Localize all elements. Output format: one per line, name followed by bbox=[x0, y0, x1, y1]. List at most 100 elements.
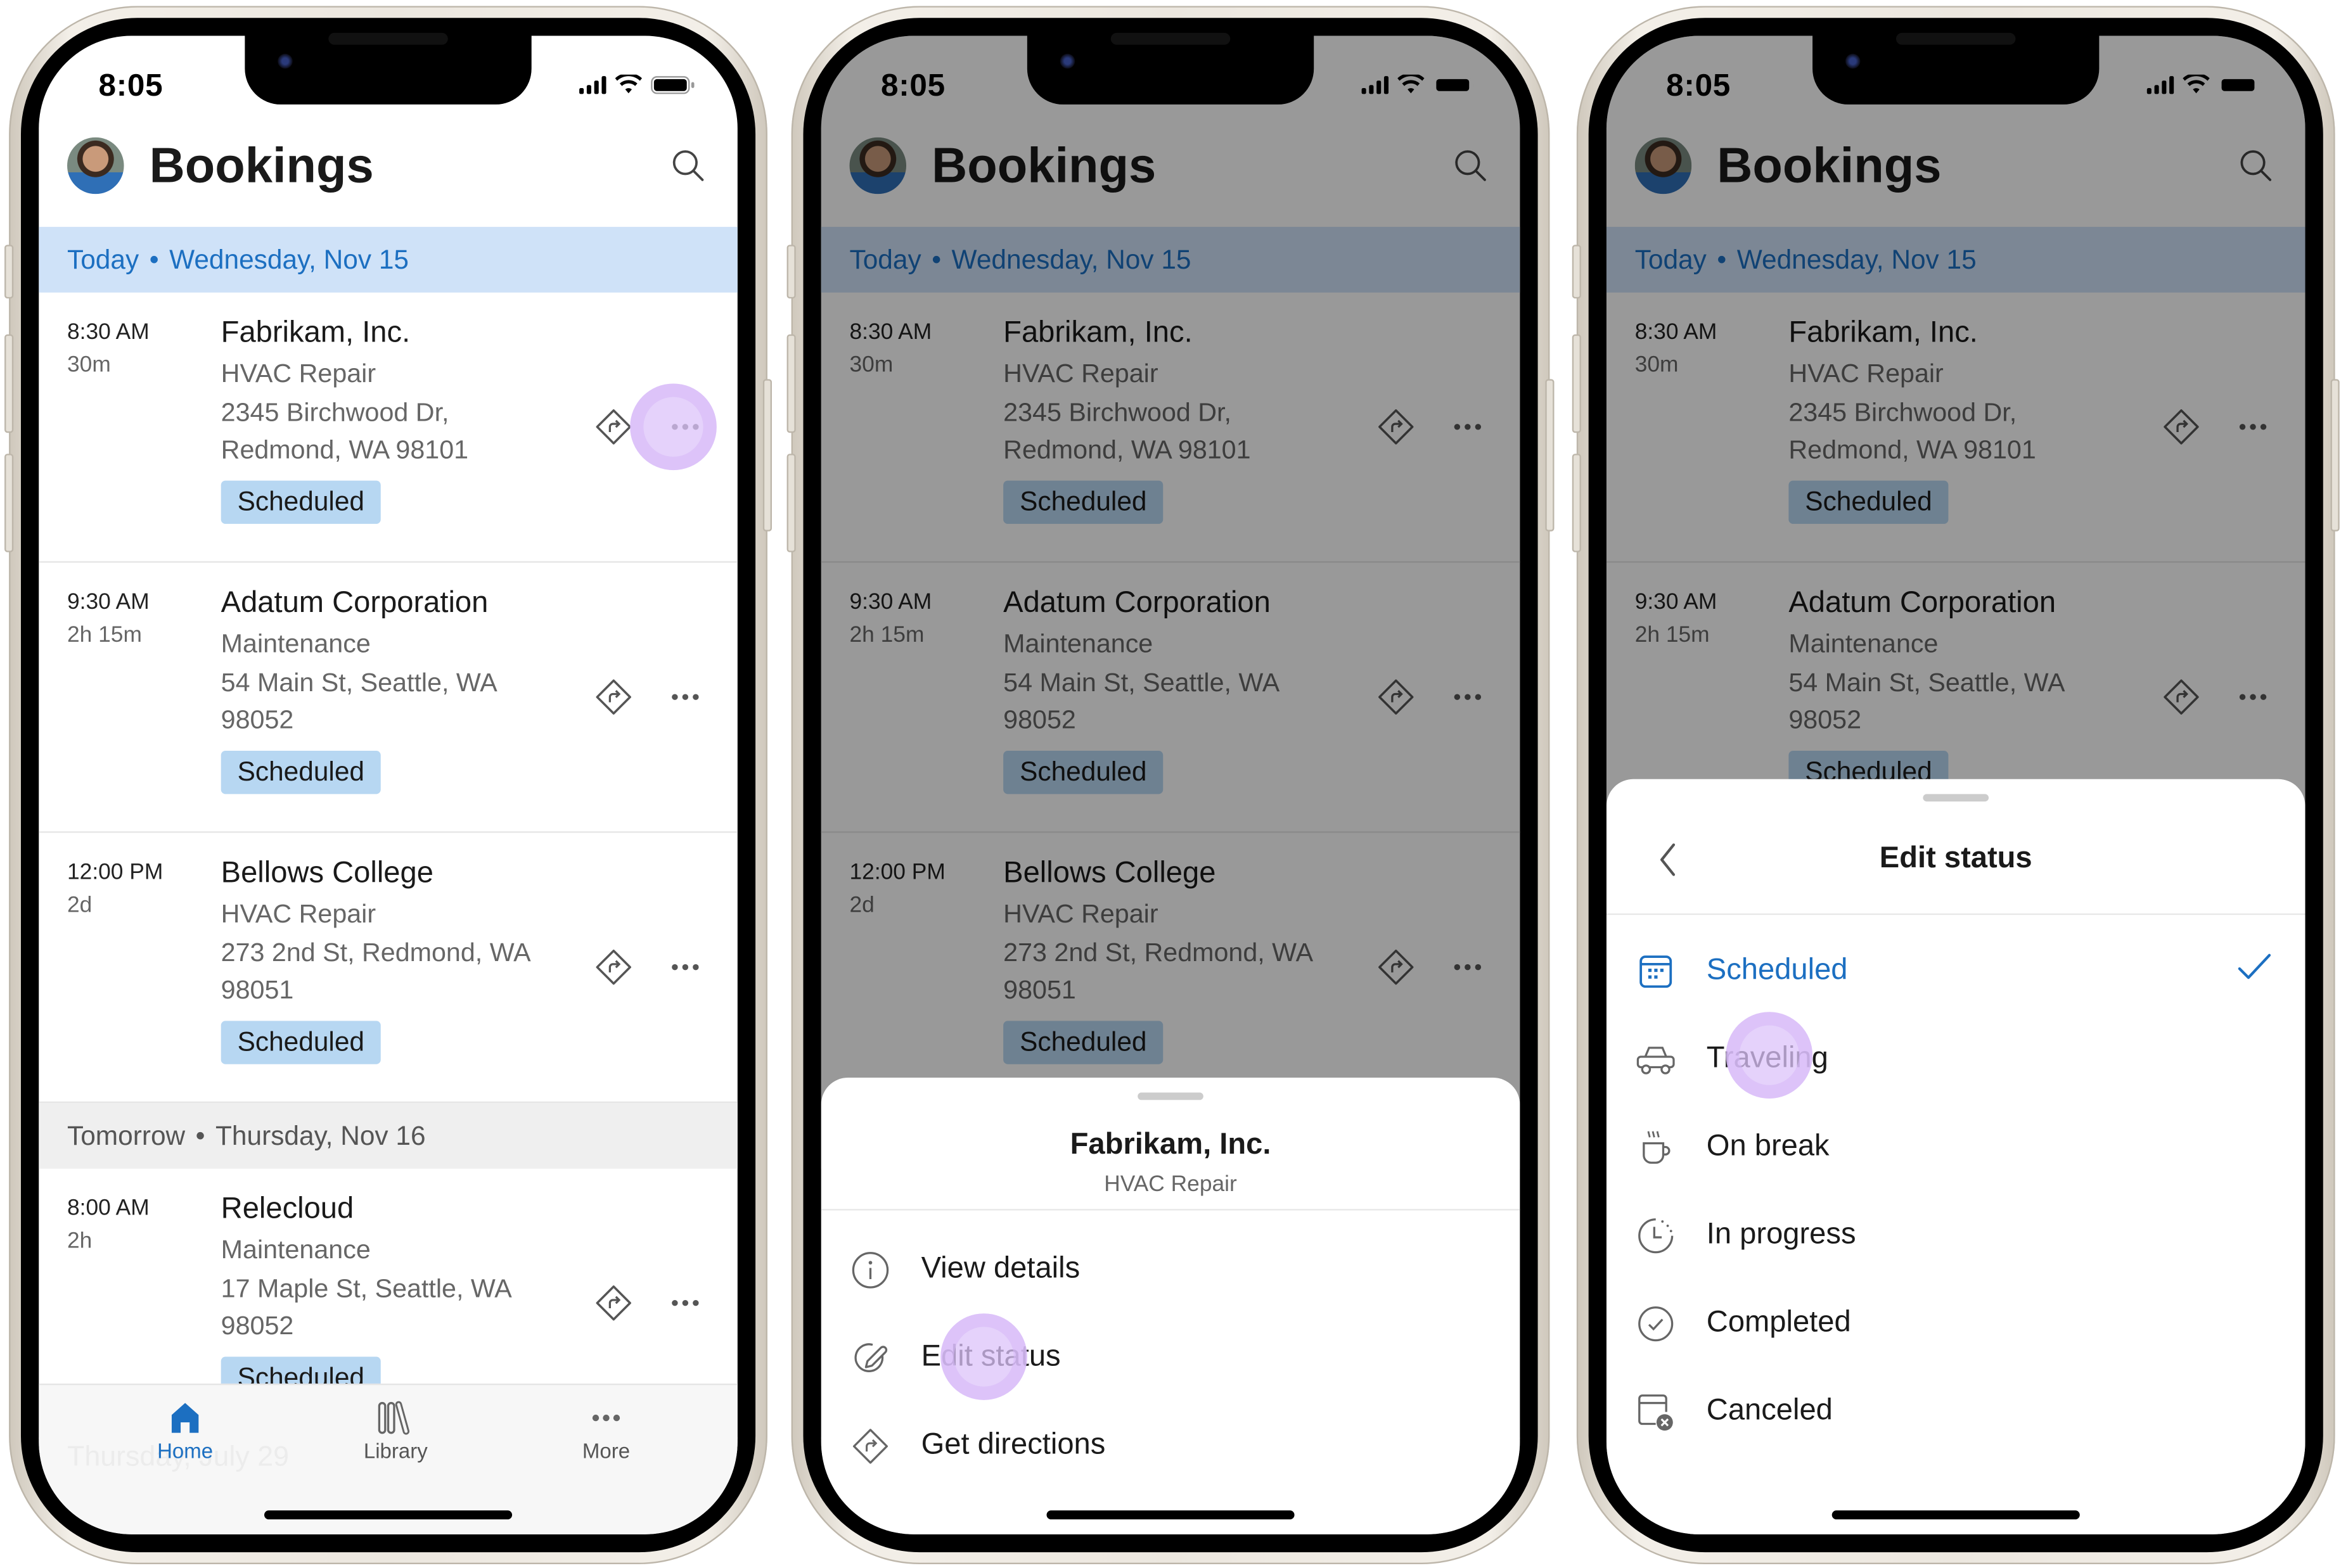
separator-dot: • bbox=[149, 244, 159, 274]
bookings-list: Today • Wednesday, Nov 15 8:30 AM 30m Fabr… bbox=[39, 227, 738, 1439]
appointment-time: 8:30 AM bbox=[67, 319, 150, 345]
volume-down-button bbox=[4, 454, 14, 552]
front-camera bbox=[1845, 53, 1861, 69]
volume-up-button bbox=[4, 334, 14, 433]
menu-item-get-directions[interactable]: Get directions bbox=[821, 1401, 1520, 1489]
edit-status-sheet: Edit status Scheduled Traveling On break In … bbox=[1606, 779, 2306, 1534]
directions-icon[interactable] bbox=[594, 407, 633, 446]
clock-icon bbox=[1635, 1214, 1677, 1256]
day-header-tomorrow: Tomorrow • Thursday, Nov 16 bbox=[39, 1103, 738, 1169]
status-options: Scheduled Traveling On break In progress Com… bbox=[1607, 915, 2306, 1455]
status-option-label: Traveling bbox=[1706, 1042, 1828, 1075]
cellular-signal-icon bbox=[2146, 75, 2174, 94]
mute-switch bbox=[4, 245, 14, 299]
speaker-grille bbox=[1895, 32, 2016, 45]
avatar[interactable] bbox=[67, 137, 124, 194]
directions-icon[interactable] bbox=[594, 948, 633, 986]
separator-dot: • bbox=[195, 1120, 205, 1151]
status-option-on-break[interactable]: On break bbox=[1607, 1103, 2306, 1191]
battery-icon bbox=[2218, 75, 2262, 94]
status-option-traveling[interactable]: Traveling bbox=[1607, 1015, 2306, 1103]
day-header-today: Today • Wednesday, Nov 15 bbox=[39, 227, 738, 293]
action-sheet-title: Fabrikam, Inc. bbox=[1070, 1128, 1271, 1161]
customer-name: Relecloud bbox=[221, 1192, 354, 1226]
mute-switch bbox=[1572, 245, 1581, 299]
power-button bbox=[1545, 379, 1555, 532]
home-indicator bbox=[1046, 1510, 1295, 1520]
menu-item-view-details[interactable]: View details bbox=[821, 1225, 1520, 1313]
directions-icon bbox=[850, 1425, 892, 1467]
action-sheet-subtitle: HVAC Repair bbox=[1104, 1171, 1237, 1197]
front-camera bbox=[1060, 53, 1075, 69]
appointment-duration: 2h bbox=[67, 1228, 93, 1254]
menu-item-label: Get directions bbox=[921, 1428, 1106, 1462]
checkmark-icon bbox=[2236, 952, 2273, 990]
home-icon bbox=[110, 1397, 260, 1439]
customer-name: Bellows College bbox=[221, 857, 433, 890]
more-options-button[interactable] bbox=[666, 409, 705, 445]
appointment-row[interactable]: 8:30 AM 30m Fabrikam, Inc. HVAC Repair 2… bbox=[39, 293, 738, 563]
phone-screen: 8:05 Bookings Today • Wednesday, Nov 15 8:… bbox=[1606, 35, 2306, 1534]
status-option-completed[interactable]: Completed bbox=[1607, 1279, 2306, 1367]
sheet-grabber[interactable] bbox=[1138, 1092, 1203, 1100]
status-option-in-progress[interactable]: In progress bbox=[1607, 1191, 2306, 1279]
appointment-duration: 2d bbox=[67, 892, 93, 918]
phone-screen: 8:05 Bookings Today • Wednesday, Nov 15 8:… bbox=[39, 35, 738, 1534]
customer-name: Adatum Corporation bbox=[221, 586, 489, 620]
speaker-grille bbox=[1110, 32, 1231, 45]
edit-status-header: Edit status bbox=[1606, 803, 2306, 915]
edit-status-title: Edit status bbox=[1879, 841, 2032, 875]
status-option-label: On break bbox=[1706, 1130, 1830, 1163]
tab-label: Library bbox=[363, 1439, 428, 1463]
mute-switch bbox=[786, 245, 796, 299]
cellular-signal-icon bbox=[1361, 75, 1389, 94]
cellular-signal-icon bbox=[579, 75, 606, 94]
tab-home[interactable]: Home bbox=[110, 1397, 260, 1463]
appointment-duration: 2h 15m bbox=[67, 622, 142, 648]
wifi-icon bbox=[1397, 74, 1425, 94]
appointment-time: 12:00 PM bbox=[67, 859, 164, 886]
info-icon bbox=[850, 1249, 892, 1291]
sheet-grabber[interactable] bbox=[1923, 794, 1989, 802]
status-option-label: Canceled bbox=[1706, 1394, 1833, 1427]
day-date: Wednesday, Nov 15 bbox=[169, 244, 409, 274]
tab-more[interactable]: More bbox=[532, 1397, 681, 1463]
tab-library[interactable]: Library bbox=[321, 1397, 471, 1463]
app-bar: Bookings bbox=[39, 125, 738, 224]
more-options-button[interactable] bbox=[666, 1285, 705, 1321]
directions-icon[interactable] bbox=[594, 1284, 633, 1322]
day-label: Tomorrow bbox=[67, 1120, 186, 1151]
appointment-row[interactable]: 9:30 AM 2h 15m Adatum Corporation Mainte… bbox=[39, 563, 738, 833]
service-name: HVAC Repair bbox=[221, 898, 376, 929]
status-option-label: In progress bbox=[1706, 1218, 1856, 1251]
tab-label: Home bbox=[157, 1439, 214, 1463]
menu-item-edit-status[interactable]: Edit status bbox=[821, 1313, 1520, 1401]
more-options-button[interactable] bbox=[666, 679, 705, 715]
appointment-address: 2345 Birchwood Dr, Redmond, WA 98101 bbox=[221, 397, 469, 464]
appointment-time: 9:30 AM bbox=[67, 589, 150, 615]
appointment-row[interactable]: 12:00 PM 2d Bellows College HVAC Repair … bbox=[39, 833, 738, 1104]
customer-name: Fabrikam, Inc. bbox=[221, 316, 411, 350]
service-name: Maintenance bbox=[221, 628, 371, 658]
status-badge: Scheduled bbox=[221, 480, 381, 524]
status-clock: 8:05 bbox=[98, 68, 164, 103]
calendar-cancel-icon bbox=[1635, 1391, 1677, 1432]
car-icon bbox=[1635, 1038, 1677, 1080]
status-clock: 8:05 bbox=[1666, 68, 1731, 103]
status-option-scheduled[interactable]: Scheduled bbox=[1607, 927, 2306, 1015]
appointment-duration: 30m bbox=[67, 352, 111, 378]
more-options-button[interactable] bbox=[666, 949, 705, 985]
day-label: Today bbox=[67, 244, 139, 274]
app-title: Bookings bbox=[149, 137, 374, 193]
more-icon bbox=[532, 1397, 681, 1439]
phone-frame-2: 8:05 Bookings Today • Wednesday, Nov 15 8:… bbox=[786, 6, 1555, 1564]
volume-up-button bbox=[1572, 334, 1581, 433]
directions-icon[interactable] bbox=[594, 678, 633, 717]
status-badge: Scheduled bbox=[221, 751, 381, 794]
wifi-icon bbox=[2183, 74, 2210, 94]
tab-label: More bbox=[582, 1439, 631, 1463]
status-option-canceled[interactable]: Canceled bbox=[1607, 1367, 2306, 1455]
phone-frame-1: 8:05 Bookings Today • Wednesday, Nov 15 8:… bbox=[4, 6, 773, 1564]
volume-down-button bbox=[786, 454, 796, 552]
search-icon[interactable] bbox=[672, 150, 705, 182]
